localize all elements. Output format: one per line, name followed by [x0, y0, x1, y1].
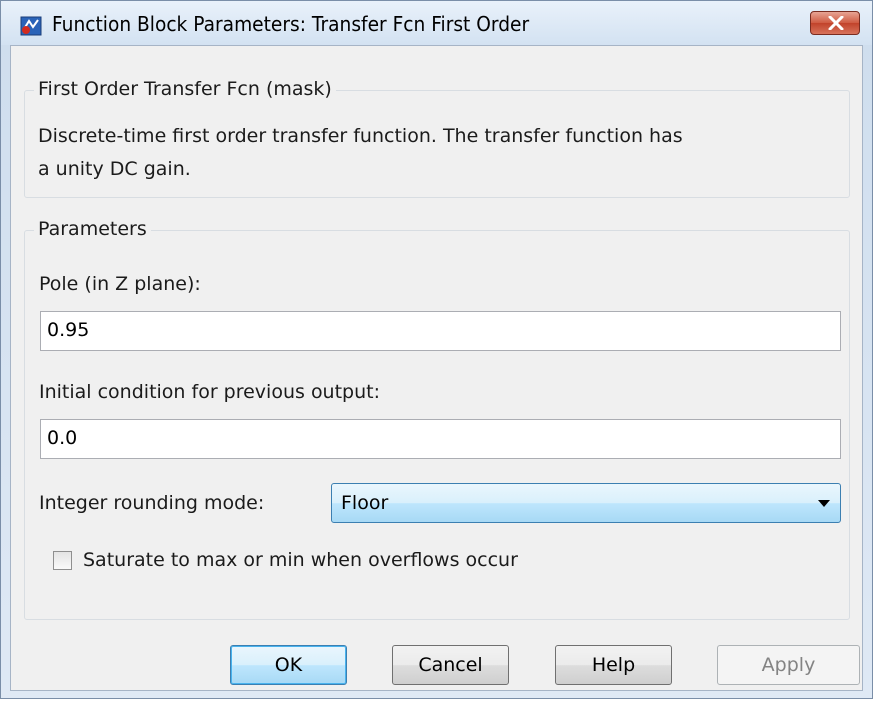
mask-group-label: First Order Transfer Fcn (mask)	[34, 78, 336, 100]
rounding-mode-value: Floor	[341, 492, 389, 514]
simulink-block-icon	[20, 15, 42, 37]
apply-button: Apply	[717, 645, 860, 685]
initial-condition-label: Initial condition for previous output:	[39, 381, 381, 403]
mask-description-line-2: a unity DC gain.	[38, 158, 191, 180]
saturate-checkbox[interactable]	[53, 551, 72, 570]
cancel-button[interactable]: Cancel	[392, 645, 509, 685]
pole-label: Pole (in Z plane):	[39, 273, 201, 295]
ok-button[interactable]: OK	[230, 645, 347, 685]
saturate-label[interactable]: Saturate to max or min when overflows oc…	[83, 544, 518, 576]
pole-input[interactable]: 0.95	[40, 311, 841, 351]
dialog-body: First Order Transfer Fcn (mask) Discrete…	[10, 45, 863, 691]
help-button[interactable]: Help	[555, 645, 672, 685]
parameters-group-label: Parameters	[34, 218, 151, 240]
rounding-mode-select[interactable]: Floor	[331, 483, 841, 523]
window-title: Function Block Parameters: Transfer Fcn …	[52, 12, 530, 36]
title-bar[interactable]: Function Block Parameters: Transfer Fcn …	[1, 1, 872, 45]
dialog-window: Function Block Parameters: Transfer Fcn …	[0, 0, 873, 699]
rounding-mode-label: Integer rounding mode:	[39, 492, 265, 514]
initial-condition-input[interactable]: 0.0	[40, 419, 841, 459]
dropdown-arrow-icon	[818, 500, 830, 507]
close-button[interactable]	[810, 11, 860, 35]
close-x-icon	[828, 16, 844, 30]
mask-description-line-1: Discrete-time first order transfer funct…	[38, 125, 683, 147]
